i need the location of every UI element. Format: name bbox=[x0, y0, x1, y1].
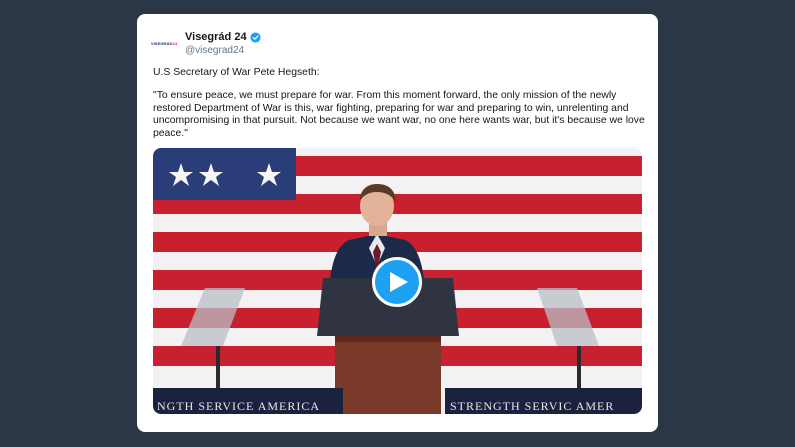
avatar-logo: VISEGRÁD24 bbox=[150, 40, 178, 46]
tweet-text-quote: "To ensure peace, we must prepare for wa… bbox=[153, 90, 645, 139]
author-name[interactable]: Visegrád 24 bbox=[185, 31, 261, 43]
verified-badge-icon bbox=[250, 31, 261, 43]
banner-right-text: STRENGTH SERVIC AMER bbox=[450, 399, 614, 413]
tweet-text-intro: U.S Secretary of War Pete Hegseth: bbox=[153, 67, 320, 78]
play-button[interactable] bbox=[372, 257, 422, 307]
author-handle[interactable]: @visegrad24 bbox=[185, 45, 244, 56]
banner-left-text: NGTH SERVICE AMERICA bbox=[157, 399, 320, 413]
video-player[interactable]: NGTH SERVICE AMERICA STRENGTH SERVIC AME… bbox=[153, 148, 642, 414]
tweet-card: VISEGRÁD24 Visegrád 24 @visegrad24 U.S S… bbox=[137, 14, 658, 432]
author-name-text: Visegrád 24 bbox=[185, 31, 247, 43]
author-avatar[interactable]: VISEGRÁD24 bbox=[150, 32, 178, 54]
play-icon bbox=[390, 272, 408, 292]
